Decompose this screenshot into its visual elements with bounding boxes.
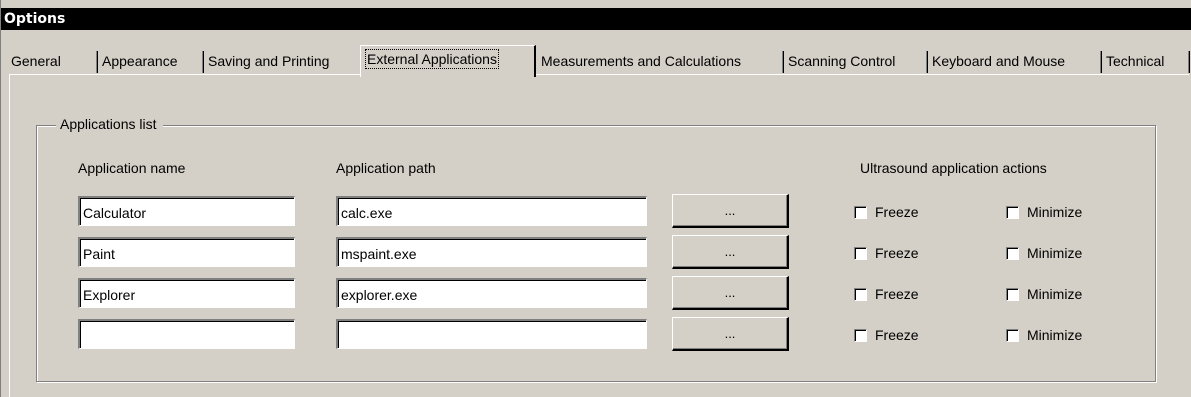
browse-button[interactable]: ...: [672, 194, 789, 228]
tab-label: Appearance: [102, 53, 178, 69]
application-name-input[interactable]: [78, 278, 295, 308]
minimize-checkbox[interactable]: Minimize: [1006, 285, 1082, 303]
column-header-application-name: Application name: [78, 160, 186, 176]
application-name-input[interactable]: [78, 319, 295, 349]
tab-label: Scanning Control: [788, 53, 896, 69]
minimize-label: Minimize: [1027, 327, 1083, 343]
minimize-label: Minimize: [1027, 245, 1083, 261]
checkbox-box[interactable]: [1006, 206, 1019, 219]
freeze-checkbox[interactable]: Freeze: [854, 244, 919, 262]
checkbox-box[interactable]: [1006, 288, 1019, 301]
freeze-label: Freeze: [875, 204, 919, 220]
application-name-input[interactable]: [78, 237, 295, 267]
tab-strip: General Appearance Saving and Printing E…: [1, 45, 1191, 77]
window-title: Options: [4, 11, 66, 27]
tab-label: Saving and Printing: [208, 53, 330, 69]
tab-label: Measurements and Calculations: [541, 53, 741, 69]
application-path-input[interactable]: [336, 319, 647, 349]
minimize-checkbox[interactable]: Minimize: [1006, 203, 1082, 221]
tab-label: General: [11, 53, 61, 69]
browse-button[interactable]: ...: [672, 276, 789, 310]
tab-label: External Applications: [365, 49, 499, 69]
freeze-label: Freeze: [875, 286, 919, 302]
application-path-input[interactable]: [336, 196, 647, 226]
title-bar: Options: [1, 8, 1191, 30]
checkbox-box[interactable]: [1006, 247, 1019, 260]
application-path-input[interactable]: [336, 237, 647, 267]
freeze-checkbox[interactable]: Freeze: [854, 285, 919, 303]
group-title: Applications list: [56, 114, 163, 134]
tab-measurements-and-calculations[interactable]: Measurements and Calculations: [537, 49, 784, 75]
freeze-checkbox[interactable]: Freeze: [854, 326, 919, 344]
freeze-label: Freeze: [875, 245, 919, 261]
column-header-application-path: Application path: [336, 160, 436, 176]
tab-appearance[interactable]: Appearance: [98, 49, 204, 75]
tab-scanning-control[interactable]: Scanning Control: [784, 49, 928, 75]
tab-saving-and-printing[interactable]: Saving and Printing: [204, 49, 359, 75]
checkbox-box[interactable]: [854, 329, 867, 342]
tab-keyboard-and-mouse[interactable]: Keyboard and Mouse: [928, 49, 1102, 75]
tab-external-applications[interactable]: External Applications: [360, 45, 536, 77]
minimize-label: Minimize: [1027, 204, 1083, 220]
minimize-checkbox[interactable]: Minimize: [1006, 244, 1082, 262]
column-header-actions: Ultrasound application actions: [860, 160, 1047, 176]
application-name-input[interactable]: [78, 196, 295, 226]
checkbox-box[interactable]: [1006, 329, 1019, 342]
minimize-checkbox[interactable]: Minimize: [1006, 326, 1082, 344]
checkbox-box[interactable]: [854, 247, 867, 260]
freeze-label: Freeze: [875, 327, 919, 343]
checkbox-box[interactable]: [854, 288, 867, 301]
browse-button[interactable]: ...: [672, 235, 789, 269]
browse-button[interactable]: ...: [672, 317, 789, 351]
minimize-label: Minimize: [1027, 286, 1083, 302]
application-path-input[interactable]: [336, 278, 647, 308]
freeze-checkbox[interactable]: Freeze: [854, 203, 919, 221]
checkbox-box[interactable]: [854, 206, 867, 219]
tab-technical[interactable]: Technical: [1102, 49, 1190, 75]
options-dialog: Options General Appearance Saving and Pr…: [0, 0, 1191, 397]
tab-label: Technical: [1106, 53, 1165, 69]
tab-general[interactable]: General: [7, 49, 98, 75]
tab-label: Keyboard and Mouse: [932, 53, 1066, 69]
